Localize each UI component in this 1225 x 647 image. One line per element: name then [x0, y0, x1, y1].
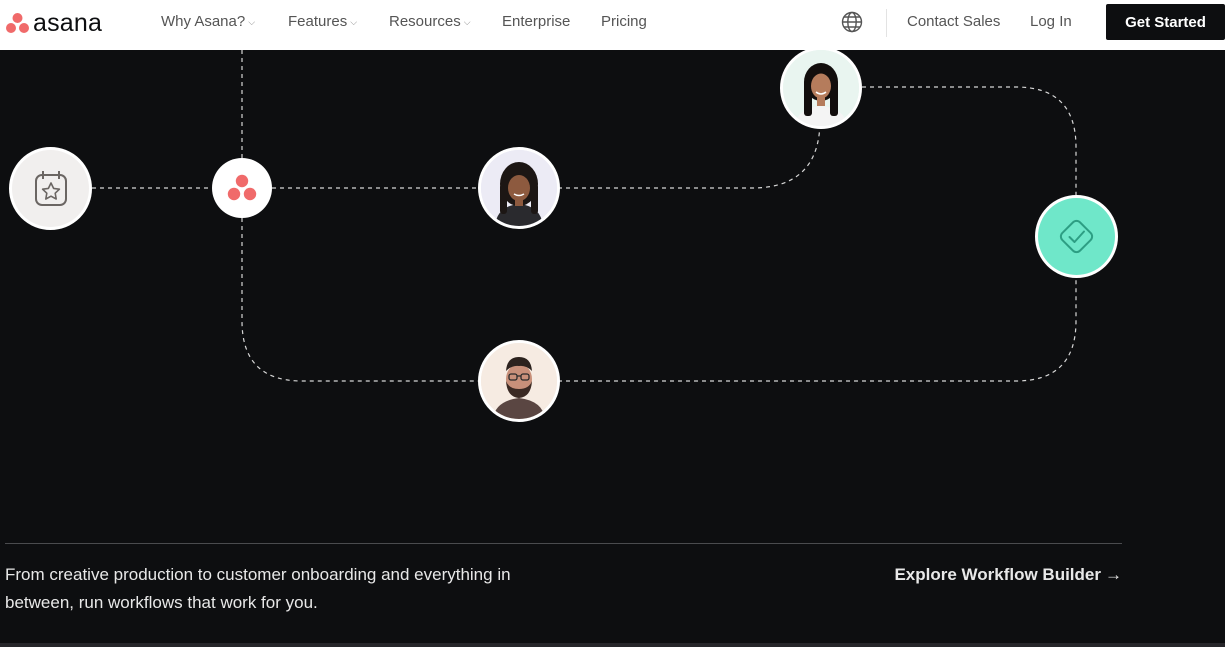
workflow-diagram: [92, 50, 1077, 382]
log-in-link[interactable]: Log In: [1030, 0, 1072, 44]
workflow-node-start[interactable]: [9, 147, 92, 230]
chevron-down-icon: ⌵: [350, 17, 358, 27]
workflow-node-complete[interactable]: [1035, 195, 1118, 278]
nav-pricing[interactable]: Pricing: [601, 0, 647, 44]
avatar-woman-long-hair[interactable]: [780, 47, 862, 129]
section-tagline: From creative production to customer onb…: [5, 565, 511, 612]
nav-enterprise[interactable]: Enterprise: [502, 0, 570, 44]
nav-why-asana[interactable]: Why Asana? ⌵: [161, 0, 255, 44]
check-diamond-icon: [1059, 219, 1094, 254]
nav-why-asana-label: Why Asana?: [161, 13, 246, 30]
get-started-button[interactable]: Get Started: [1106, 4, 1225, 40]
workflow-node-asana[interactable]: [212, 158, 272, 218]
calendar-star-icon: [35, 171, 67, 206]
logo-wordmark: asana: [33, 8, 103, 37]
nav-resources[interactable]: Resources ⌵: [389, 0, 471, 44]
explore-link-label: Explore Workflow Builder: [894, 565, 1101, 584]
asana-logo[interactable]: asana: [5, 8, 103, 37]
chevron-down-icon: ⌵: [463, 17, 471, 27]
globe-icon[interactable]: [841, 11, 863, 33]
explore-workflow-builder-link[interactable]: Explore Workflow Builder →: [894, 561, 1122, 589]
section-divider: [5, 543, 1122, 544]
top-navbar: asana Why Asana? ⌵ Features ⌵ Resources ⌵ E…: [0, 0, 1225, 50]
nav-features[interactable]: Features ⌵: [288, 0, 357, 44]
chevron-down-icon: ⌵: [248, 17, 256, 27]
nav-features-label: Features: [288, 13, 348, 30]
avatar-woman-curly-hair: [481, 150, 557, 226]
avatar-woman-long-hair: [783, 50, 859, 126]
avatar-man-glasses-beard[interactable]: [478, 340, 560, 422]
avatar-man-glasses-beard: [481, 343, 557, 419]
avatar-woman-curly-hair[interactable]: [478, 147, 560, 229]
asana-logo-icon: [6, 13, 29, 33]
nav-resources-label: Resources: [389, 13, 461, 30]
nav-divider: [886, 9, 887, 37]
arrow-right-icon: →: [1105, 565, 1122, 584]
contact-sales-link[interactable]: Contact Sales: [907, 0, 1000, 44]
bottom-edge: [0, 643, 1225, 647]
asana-logo-icon: [227, 174, 257, 201]
